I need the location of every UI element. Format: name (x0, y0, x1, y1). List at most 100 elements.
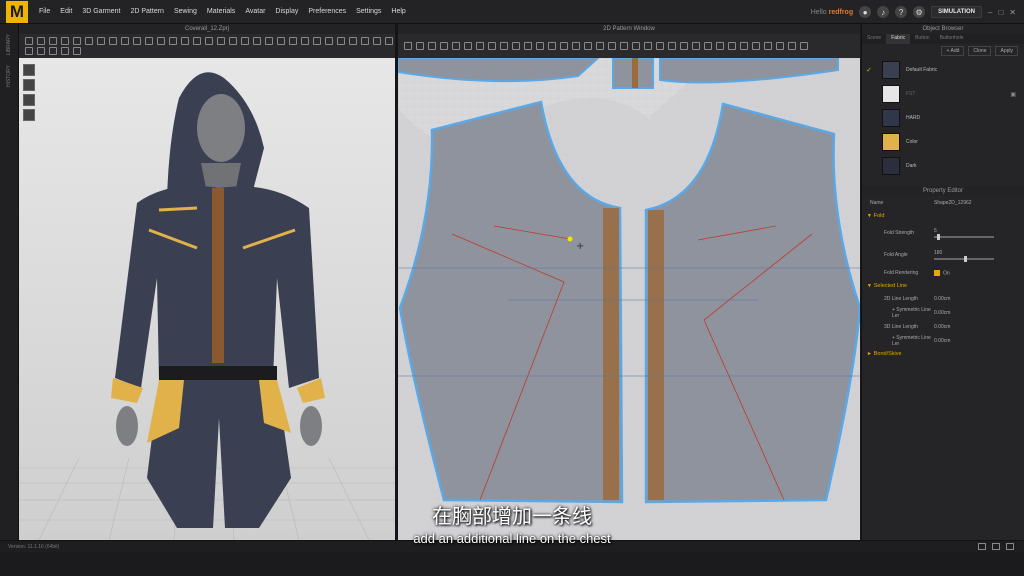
row2-d-icon[interactable] (277, 37, 285, 45)
split-view-icon[interactable] (992, 543, 1000, 550)
puckering-tool-icon[interactable] (181, 37, 189, 45)
2d-row2-e-icon[interactable] (668, 42, 676, 50)
2d-check-sew-icon[interactable] (548, 42, 556, 50)
move-tool-icon[interactable] (37, 37, 45, 45)
2d-texture-icon[interactable] (560, 42, 568, 50)
library-tab[interactable]: LIBRARY (6, 34, 12, 55)
avatar-tool-icon[interactable] (217, 37, 225, 45)
menu-2d-pattern[interactable]: 2D Pattern (125, 8, 168, 15)
brush-tool-icon[interactable] (121, 37, 129, 45)
2d-row2-b-icon[interactable] (632, 42, 640, 50)
2d-edit-point-icon[interactable] (428, 42, 436, 50)
row2-b-icon[interactable] (253, 37, 261, 45)
row2-a-icon[interactable] (241, 37, 249, 45)
close-icon[interactable]: ✕ (1009, 8, 1016, 17)
fabric-item[interactable]: Color (862, 130, 1024, 154)
settings-icon[interactable]: ⚙ (913, 6, 926, 18)
2d-row2-p-icon[interactable] (800, 42, 808, 50)
2d-curve-icon[interactable] (440, 42, 448, 50)
fabric-item[interactable]: ✓ Default Fabric (862, 58, 1024, 82)
2d-row2-c-icon[interactable] (644, 42, 652, 50)
record-icon[interactable]: ● (859, 6, 872, 18)
row2-n-icon[interactable] (25, 47, 33, 55)
menu-preferences[interactable]: Preferences (303, 8, 351, 15)
2d-select-icon[interactable] (404, 42, 412, 50)
zip-tool-icon[interactable] (145, 37, 153, 45)
fold-rendering-checkbox[interactable] (934, 269, 940, 276)
row2-k-icon[interactable] (361, 37, 369, 45)
seam-tool-icon[interactable] (133, 37, 141, 45)
menu-settings[interactable]: Settings (351, 8, 386, 15)
2d-segment-sew-icon[interactable] (524, 42, 532, 50)
fold-tool-icon[interactable] (73, 37, 81, 45)
pin-tool-icon[interactable] (61, 37, 69, 45)
row2-e-icon[interactable] (289, 37, 297, 45)
name-value[interactable]: Shape2D_12962 (934, 200, 1024, 206)
maximize-icon[interactable]: □ (998, 8, 1003, 17)
2d-row2-f-icon[interactable] (680, 42, 688, 50)
2d-free-sew-icon[interactable] (536, 42, 544, 50)
bond-skive-section[interactable]: ▸ Bond/Skive (862, 348, 1024, 360)
sym-3d-value[interactable]: 0.00cm (934, 338, 1024, 344)
row2-f-icon[interactable] (301, 37, 309, 45)
2d-row2-h-icon[interactable] (704, 42, 712, 50)
texture-tool-icon[interactable] (205, 37, 213, 45)
2d-row2-m-icon[interactable] (764, 42, 772, 50)
apply-fabric-button[interactable]: Apply (995, 46, 1018, 56)
2d-transform-icon[interactable] (416, 42, 424, 50)
menu-display[interactable]: Display (270, 8, 303, 15)
row2-q-icon[interactable] (61, 47, 69, 55)
sym-2d-value[interactable]: 0.00cm (934, 310, 1024, 316)
fabric-item[interactable]: HARD (862, 106, 1024, 130)
tab-fabric[interactable]: Fabric (886, 34, 911, 44)
add-fabric-button[interactable]: + Add (941, 46, 965, 56)
2d-row2-l-icon[interactable] (752, 42, 760, 50)
tape-tool-icon[interactable] (109, 37, 117, 45)
2d-row2-n-icon[interactable] (776, 42, 784, 50)
view-garment-icon[interactable] (23, 79, 35, 91)
fold-angle-slider[interactable] (934, 256, 994, 262)
2d-polygon-icon[interactable] (452, 42, 460, 50)
menu-help[interactable]: Help (386, 8, 410, 15)
avatar-figure[interactable] (111, 72, 325, 528)
fold-section[interactable]: ▾ Fold (862, 210, 1024, 222)
selected-line-section[interactable]: ▾ Selected Line (862, 280, 1024, 292)
2d-row2-j-icon[interactable] (728, 42, 736, 50)
topstitch-tool-icon[interactable] (169, 37, 177, 45)
row2-i-icon[interactable] (337, 37, 345, 45)
2d-row2-o-icon[interactable] (788, 42, 796, 50)
row2-g-icon[interactable] (313, 37, 321, 45)
line-3d-value[interactable]: 0.00cm (934, 324, 1024, 330)
button-tool-icon[interactable] (157, 37, 165, 45)
selected-point[interactable] (567, 236, 573, 242)
2d-row2-d-icon[interactable] (656, 42, 664, 50)
lock-icon[interactable]: ▣ (1010, 91, 1016, 98)
graphic-tool-icon[interactable] (193, 37, 201, 45)
3d-viewport[interactable] (19, 58, 395, 541)
history-tab[interactable]: HISTORY (6, 65, 12, 87)
app-logo[interactable]: M (6, 0, 28, 23)
menu-avatar[interactable]: Avatar (240, 8, 270, 15)
fold-angle-value[interactable]: 180 (934, 250, 942, 256)
menu-file[interactable]: File (34, 8, 55, 15)
2d-ruler-icon[interactable] (584, 42, 592, 50)
2d-graphic-icon[interactable] (572, 42, 580, 50)
2d-grid-icon[interactable] (596, 42, 604, 50)
fold-strength-slider[interactable] (934, 234, 994, 240)
2d-row2-i-icon[interactable] (716, 42, 724, 50)
2d-sew-icon[interactable] (512, 42, 520, 50)
row2-m-icon[interactable] (385, 37, 393, 45)
help-icon[interactable]: ? (895, 6, 908, 18)
row2-p-icon[interactable] (49, 47, 57, 55)
view-avatar-icon[interactable] (23, 64, 35, 76)
fullscreen-icon[interactable] (1006, 543, 1014, 550)
fabric-item[interactable]: Dark (862, 154, 1024, 178)
menu-edit[interactable]: Edit (55, 8, 77, 15)
layout-icon[interactable] (978, 543, 986, 550)
clone-fabric-button[interactable]: Clone (968, 46, 992, 56)
row2-j-icon[interactable] (349, 37, 357, 45)
arrange-tool-icon[interactable] (85, 37, 93, 45)
menu-3d-garment[interactable]: 3D Garment (77, 8, 125, 15)
sound-icon[interactable]: ♪ (877, 6, 890, 18)
minimize-icon[interactable]: – (988, 8, 992, 17)
